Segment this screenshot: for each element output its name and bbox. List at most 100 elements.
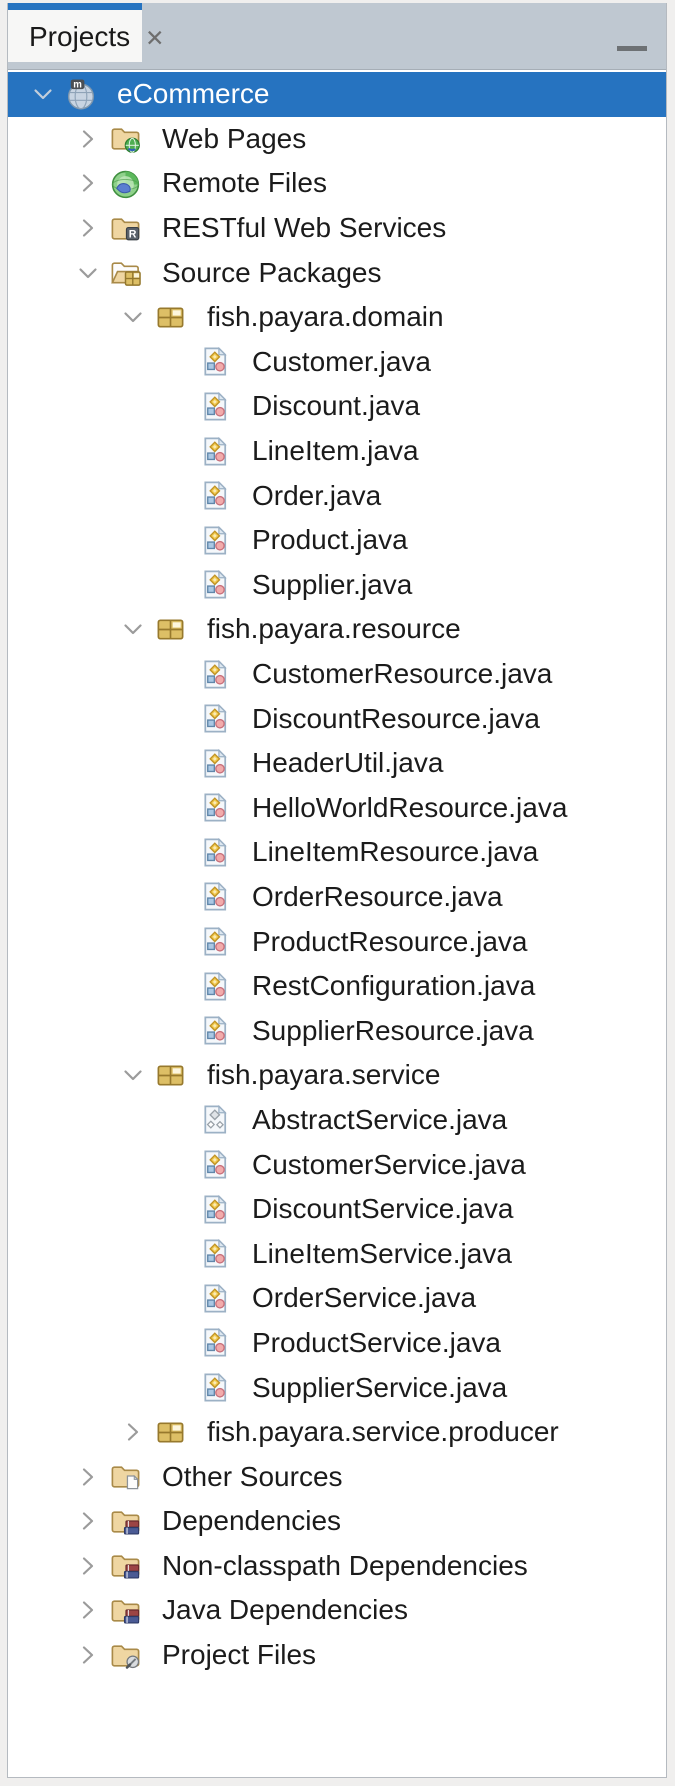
tree-row-discountresource-java[interactable]: DiscountResource.java — [8, 696, 666, 741]
tab-projects[interactable]: Projects ✕ — [8, 3, 142, 62]
remote-files-globe-icon — [109, 167, 142, 200]
chevron-spacer — [161, 971, 195, 1001]
chevron-collapsed-icon[interactable] — [71, 1595, 105, 1625]
chevron-spacer — [161, 1373, 195, 1403]
chevron-spacer — [161, 1105, 195, 1135]
tree-row-customerservice-java[interactable]: CustomerService.java — [8, 1142, 666, 1187]
tree-node-label: SupplierService.java — [252, 1372, 507, 1404]
tree-row-restful-web-services[interactable]: R RESTful Web Services — [8, 206, 666, 251]
chevron-spacer — [161, 1194, 195, 1224]
tree-row-java-dependencies[interactable]: Java Dependencies — [8, 1588, 666, 1633]
tree-node-label: HelloWorldResource.java — [252, 792, 567, 824]
java-class-file-icon — [199, 880, 232, 913]
tree-row-fish-payara-domain[interactable]: fish.payara.domain — [8, 295, 666, 340]
chevron-spacer — [161, 1150, 195, 1180]
chevron-collapsed-icon[interactable] — [71, 1551, 105, 1581]
tree-row-customerresource-java[interactable]: CustomerResource.java — [8, 652, 666, 697]
tree-row-discountservice-java[interactable]: DiscountService.java — [8, 1187, 666, 1232]
tree-row-restconfiguration-java[interactable]: RestConfiguration.java — [8, 964, 666, 1009]
chevron-collapsed-icon[interactable] — [116, 1417, 150, 1447]
tree-row-supplierresource-java[interactable]: SupplierResource.java — [8, 1008, 666, 1053]
java-package-icon — [154, 1059, 187, 1092]
tree-row-web-pages[interactable]: Web Pages — [8, 117, 666, 162]
tree-node-label: RESTful Web Services — [162, 212, 446, 244]
tree-row-headerutil-java[interactable]: HeaderUtil.java — [8, 741, 666, 786]
tree-node-label: Non-classpath Dependencies — [162, 1550, 528, 1582]
tree-node-label: RestConfiguration.java — [252, 970, 535, 1002]
tree-node-label: Other Sources — [162, 1461, 343, 1493]
tree-node-label: CustomerService.java — [252, 1149, 526, 1181]
tree-row-order-java[interactable]: Order.java — [8, 473, 666, 518]
tree-row-discount-java[interactable]: Discount.java — [8, 384, 666, 429]
chevron-collapsed-icon[interactable] — [71, 213, 105, 243]
tree-row-fish-payara-service[interactable]: fish.payara.service — [8, 1053, 666, 1098]
java-class-file-icon — [199, 1014, 232, 1047]
tree-row-abstractservice-java[interactable]: AbstractService.java — [8, 1098, 666, 1143]
java-class-file-icon — [199, 702, 232, 735]
tree-row-fish-payara-service-producer[interactable]: fish.payara.service.producer — [8, 1410, 666, 1455]
java-class-file-icon — [199, 390, 232, 423]
folder-other-sources-icon — [109, 1460, 142, 1493]
tree-node-label: Order.java — [252, 480, 381, 512]
tree-row-project-files[interactable]: Project Files — [8, 1633, 666, 1678]
chevron-collapsed-icon[interactable] — [71, 1640, 105, 1670]
tree-row-dependencies[interactable]: Dependencies — [8, 1499, 666, 1544]
tree-node-label: Project Files — [162, 1639, 316, 1671]
tree-row-supplier-java[interactable]: Supplier.java — [8, 563, 666, 608]
close-icon[interactable]: ✕ — [145, 25, 164, 50]
tree-node-label: Customer.java — [252, 346, 431, 378]
chevron-spacer — [161, 1283, 195, 1313]
chevron-collapsed-icon[interactable] — [71, 1462, 105, 1492]
tree-node-label: LineItemService.java — [252, 1238, 512, 1270]
folder-project-files-icon — [109, 1639, 142, 1672]
tree-node-label: HeaderUtil.java — [252, 747, 443, 779]
java-class-file-icon — [199, 524, 232, 557]
chevron-spacer — [161, 927, 195, 957]
minimize-dash-icon[interactable] — [617, 46, 647, 51]
tree-row-other-sources[interactable]: Other Sources — [8, 1454, 666, 1499]
java-class-file-icon — [199, 747, 232, 780]
tree-row-orderresource-java[interactable]: OrderResource.java — [8, 875, 666, 920]
tree-row-product-java[interactable]: Product.java — [8, 518, 666, 563]
folder-dependencies-icon — [109, 1505, 142, 1538]
java-package-icon — [154, 613, 187, 646]
chevron-spacer — [161, 481, 195, 511]
tree-node-label: AbstractService.java — [252, 1104, 507, 1136]
chevron-expanded-icon[interactable] — [26, 79, 60, 109]
tree-row-source-packages[interactable]: Source Packages — [8, 250, 666, 295]
tree-node-label: SupplierResource.java — [252, 1015, 534, 1047]
chevron-expanded-icon[interactable] — [116, 1060, 150, 1090]
tree-node-label: fish.payara.service.producer — [207, 1416, 559, 1448]
java-class-file-icon — [199, 345, 232, 378]
tree-node-label: Java Dependencies — [162, 1594, 408, 1626]
chevron-collapsed-icon[interactable] — [71, 1506, 105, 1536]
svg-text:R: R — [129, 228, 137, 240]
tree-row-lineitem-java[interactable]: LineItem.java — [8, 429, 666, 474]
projects-panel-window: Projects ✕ meCommerceWeb PagesRemote Fil… — [7, 3, 667, 1778]
chevron-collapsed-icon[interactable] — [71, 168, 105, 198]
java-class-file-icon — [199, 791, 232, 824]
tree-row-lineitemservice-java[interactable]: LineItemService.java — [8, 1231, 666, 1276]
tree-row-customer-java[interactable]: Customer.java — [8, 340, 666, 385]
tab-label: Projects — [29, 21, 130, 53]
java-class-file-icon — [199, 1326, 232, 1359]
chevron-spacer — [161, 391, 195, 421]
tree-row-fish-payara-resource[interactable]: fish.payara.resource — [8, 607, 666, 652]
chevron-expanded-icon[interactable] — [71, 258, 105, 288]
tree-row-productservice-java[interactable]: ProductService.java — [8, 1321, 666, 1366]
project-tree: meCommerceWeb PagesRemote Files R RESTful … — [8, 70, 666, 1777]
tree-row-non-classpath-dependencies[interactable]: Non-classpath Dependencies — [8, 1544, 666, 1589]
tree-row-lineitemresource-java[interactable]: LineItemResource.java — [8, 830, 666, 875]
tree-row-supplierservice-java[interactable]: SupplierService.java — [8, 1365, 666, 1410]
tree-node-label: eCommerce — [117, 78, 269, 110]
tree-row-helloworldresource-java[interactable]: HelloWorldResource.java — [8, 786, 666, 831]
tree-row-ecommerce[interactable]: meCommerce — [8, 72, 666, 117]
active-tab-indicator — [8, 3, 142, 10]
folder-web-pages-icon — [109, 122, 142, 155]
chevron-expanded-icon[interactable] — [116, 614, 150, 644]
chevron-collapsed-icon[interactable] — [71, 124, 105, 154]
tree-row-orderservice-java[interactable]: OrderService.java — [8, 1276, 666, 1321]
tree-row-productresource-java[interactable]: ProductResource.java — [8, 919, 666, 964]
tree-row-remote-files[interactable]: Remote Files — [8, 161, 666, 206]
chevron-expanded-icon[interactable] — [116, 302, 150, 332]
